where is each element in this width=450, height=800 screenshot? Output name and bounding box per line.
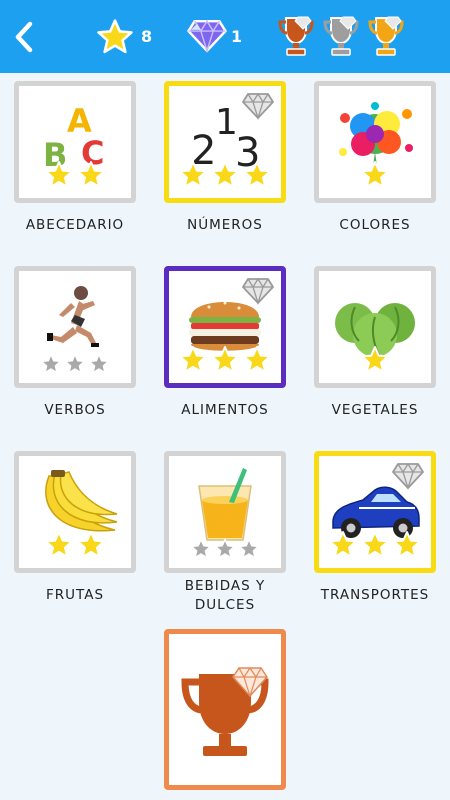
- star-rating: [169, 538, 281, 560]
- category-tile-verbos[interactable]: [14, 266, 136, 388]
- diamond-icon: [391, 462, 425, 490]
- category-tile-colores[interactable]: [314, 81, 436, 203]
- star-rating: [19, 353, 131, 375]
- gold-trophy-icon: [368, 16, 404, 56]
- star-icon: [214, 538, 236, 560]
- category-label: BEBIDAS Y DULCES: [184, 578, 266, 613]
- star-rating: [319, 530, 431, 560]
- star-icon: [360, 345, 390, 375]
- trophy-icon: [181, 666, 269, 756]
- category-label: TRANSPORTES: [320, 587, 430, 603]
- category-tile-transportes[interactable]: [314, 451, 436, 573]
- star-icon: [360, 530, 390, 560]
- star-icon: [178, 160, 208, 190]
- star-icon: [242, 160, 272, 190]
- category-tile-frutas[interactable]: [14, 451, 136, 573]
- star-icon: [190, 538, 212, 560]
- silver-trophy-icon: [323, 16, 359, 56]
- category-label: NÚMEROS: [187, 217, 263, 233]
- star-icon: [64, 353, 86, 375]
- category-label: ALIMENTOS: [181, 402, 269, 418]
- star-icon: [44, 160, 74, 190]
- top-bar: 8 1: [0, 0, 450, 73]
- category-tile-abecedario[interactable]: A B C: [14, 81, 136, 203]
- star-icon: [392, 530, 422, 560]
- diamond-icon: [187, 19, 227, 54]
- star-rating: [169, 160, 281, 190]
- category-tile-numeros[interactable]: 2 1 3: [164, 81, 286, 203]
- star-icon: [40, 353, 62, 375]
- star-rating: [319, 160, 431, 190]
- category-label: FRUTAS: [45, 587, 105, 603]
- star-rating: [19, 160, 131, 190]
- star-rating: [319, 345, 431, 375]
- category-tile-alimentos[interactable]: [164, 266, 286, 388]
- star-icon: [238, 538, 260, 560]
- category-label: ABECEDARIO: [25, 217, 125, 233]
- category-tile-trophy-challenge[interactable]: [164, 629, 286, 790]
- star-icon: [76, 530, 106, 560]
- star-rating: [169, 345, 281, 375]
- stars-count: 8: [141, 27, 153, 46]
- star-icon: [360, 160, 390, 190]
- star-icon: [76, 160, 106, 190]
- star-icon: [44, 530, 74, 560]
- star-icon: [88, 353, 110, 375]
- star-icon: [210, 160, 240, 190]
- back-arrow-icon[interactable]: [8, 18, 42, 56]
- star-rating: [19, 530, 131, 560]
- star-icon: [97, 19, 133, 54]
- star-icon: [242, 345, 272, 375]
- category-label: VERBOS: [44, 402, 106, 418]
- star-icon: [210, 345, 240, 375]
- diamond-icon: [241, 92, 275, 120]
- star-icon: [178, 345, 208, 375]
- star-icon: [328, 530, 358, 560]
- bronze-trophy-icon: [278, 16, 314, 56]
- category-label: VEGETALES: [331, 402, 419, 418]
- category-tile-bebidas-y-dulces[interactable]: [164, 451, 286, 573]
- diamonds-count: 1: [231, 27, 243, 46]
- category-label: COLORES: [339, 217, 411, 233]
- diamond-icon: [241, 277, 275, 305]
- category-tile-vegetales[interactable]: [314, 266, 436, 388]
